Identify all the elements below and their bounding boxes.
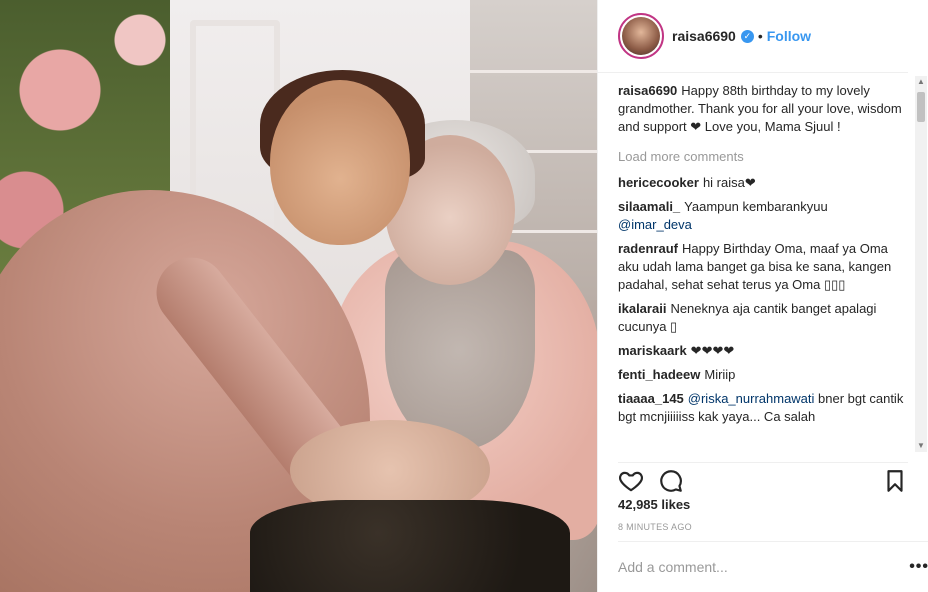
avatar-image bbox=[622, 17, 660, 55]
comment-username[interactable]: silaamali_ bbox=[618, 199, 680, 214]
load-more-comments-button[interactable]: Load more comments bbox=[618, 148, 904, 166]
comment-item: silaamali_ Yaampun kembarankyuu @imar_dev… bbox=[618, 198, 904, 234]
post-sidebar: raisa6690 ✓ • Follow raisa6690 Happy 88th… bbox=[597, 0, 928, 592]
add-comment-bar: ••• bbox=[618, 541, 928, 592]
comments-scrollbar[interactable]: ▲ ▼ bbox=[915, 76, 927, 452]
scroll-thumb[interactable] bbox=[917, 92, 925, 122]
comment-username[interactable]: ikalaraii bbox=[618, 301, 666, 316]
comment-username[interactable]: fenti_hadeew bbox=[618, 367, 700, 382]
post-header: raisa6690 ✓ • Follow bbox=[598, 0, 908, 73]
instagram-post: raisa6690 ✓ • Follow raisa6690 Happy 88th… bbox=[0, 0, 928, 592]
handbag bbox=[250, 500, 570, 592]
username-link[interactable]: raisa6690 bbox=[672, 28, 736, 44]
comment-item: fenti_hadeew Miriip bbox=[618, 366, 904, 384]
comment-input[interactable] bbox=[618, 559, 878, 575]
comment-mention[interactable]: @imar_deva bbox=[618, 217, 692, 232]
comment-username[interactable]: radenrauf bbox=[618, 241, 678, 256]
action-bar bbox=[618, 462, 908, 492]
shelf-line bbox=[470, 70, 597, 73]
comment-icon[interactable] bbox=[658, 468, 684, 494]
comment-username[interactable]: hericecooker bbox=[618, 175, 699, 190]
verified-badge-icon: ✓ bbox=[740, 29, 754, 43]
comment-item: radenrauf Happy Birthday Oma, maaf ya Oma… bbox=[618, 240, 904, 294]
comment-text: Yaampun kembarankyuu bbox=[684, 199, 828, 214]
woman-face bbox=[270, 80, 410, 245]
comment-text: hi raisa❤ bbox=[702, 175, 756, 190]
scroll-down-arrow-icon[interactable]: ▼ bbox=[915, 440, 927, 452]
bookmark-icon[interactable] bbox=[882, 468, 908, 494]
avatar[interactable] bbox=[618, 13, 664, 59]
follow-button[interactable]: Follow bbox=[767, 28, 811, 44]
caption-username[interactable]: raisa6690 bbox=[618, 83, 677, 98]
comment-item: ikalaraii Neneknya aja cantik banget apal… bbox=[618, 300, 904, 336]
more-options-icon[interactable]: ••• bbox=[909, 558, 928, 576]
comment-item: tiaaaa_145 @riska_nurrahmawati bner bgt c… bbox=[618, 390, 904, 426]
comment-username[interactable]: tiaaaa_145 bbox=[618, 391, 684, 406]
post-timestamp[interactable]: 8 MINUTES AGO bbox=[618, 522, 692, 532]
scroll-up-arrow-icon[interactable]: ▲ bbox=[915, 76, 927, 88]
comment-username[interactable]: mariskaark bbox=[618, 343, 687, 358]
heart-icon[interactable] bbox=[618, 468, 644, 494]
caption: raisa6690 Happy 88th birthday to my lovel… bbox=[618, 82, 904, 136]
post-photo[interactable] bbox=[0, 0, 597, 592]
comments-list: raisa6690 Happy 88th birthday to my lovel… bbox=[618, 82, 904, 452]
comment-item: mariskaark ❤❤❤❤ bbox=[618, 342, 904, 360]
comment-text: Miriip bbox=[704, 367, 736, 382]
comment-item: hericecooker hi raisa❤ bbox=[618, 174, 904, 192]
likes-count[interactable]: 42,985 likes bbox=[618, 497, 690, 512]
comment-mention[interactable]: @riska_nurrahmawati bbox=[688, 391, 815, 406]
separator-dot: • bbox=[757, 28, 763, 44]
comment-text: ❤❤❤❤ bbox=[690, 343, 735, 358]
